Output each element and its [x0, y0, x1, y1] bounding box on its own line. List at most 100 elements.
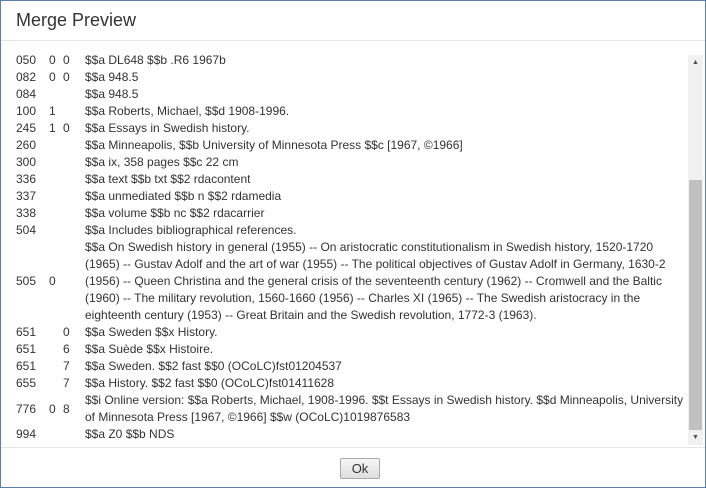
marc-indicator-1 — [49, 375, 63, 392]
marc-field-tag: 651 — [16, 325, 37, 339]
marc-indicator-1 — [49, 426, 63, 443]
dialog-title: Merge Preview — [16, 10, 137, 30]
vertical-scrollbar[interactable]: ▲ ▼ — [688, 55, 703, 445]
marc-indicator-1: 1 — [49, 104, 56, 118]
marc-field-tag: 505 — [16, 274, 37, 288]
marc-field-tag: 655 — [16, 376, 37, 390]
marc-indicator-1 — [49, 171, 63, 188]
marc-field-tag: 260 — [16, 138, 37, 152]
marc-field-row: 337 $$a unmediated $$b n $$2 rdamedia — [16, 188, 688, 205]
marc-field-row: 260 $$a Minneapolis, $$b University of Mi… — [16, 137, 688, 154]
marc-field-content: $$a Sweden $$x History. — [85, 325, 218, 339]
marc-indicator-2: 7 — [63, 359, 70, 373]
marc-indicator-2: 0 — [63, 121, 70, 135]
marc-field-row: 504 $$a Includes bibliographical referenc… — [16, 222, 688, 239]
marc-indicator-1: 0 — [49, 53, 56, 67]
marc-field-content: $$a Roberts, Michael, $$d 1908-1996. — [85, 104, 290, 118]
marc-indicator-2 — [63, 171, 85, 188]
marc-field-content: $$a Sweden. $$2 fast $$0 (OCoLC)fst01204… — [85, 359, 342, 373]
marc-field-row: 082 0 0 $$a 948.5 — [16, 69, 688, 86]
marc-field-row: 651 7 $$a Sweden. $$2 fast $$0 (OCoLC)fst0… — [16, 358, 688, 375]
marc-field-content: $$a unmediated $$b n $$2 rdamedia — [85, 189, 282, 203]
marc-field-content: $$a ix, 358 pages $$c 22 cm — [85, 155, 239, 169]
marc-indicator-2 — [63, 154, 85, 171]
dialog-header: Merge Preview — [1, 1, 705, 41]
marc-indicator-1 — [49, 86, 63, 103]
marc-indicator-1: 1 — [49, 121, 56, 135]
marc-field-tag: 100 — [16, 104, 37, 118]
marc-field-tag: 300 — [16, 155, 37, 169]
marc-indicator-2 — [63, 205, 85, 222]
marc-field-content: $$a volume $$b nc $$2 rdacarrier — [85, 206, 265, 220]
scroll-up-icon[interactable]: ▲ — [688, 55, 703, 70]
marc-indicator-1 — [49, 324, 63, 341]
marc-field-tag: 776 — [16, 401, 37, 416]
dialog-footer: Ok — [1, 447, 705, 487]
marc-indicator-2 — [63, 426, 85, 443]
merge-preview-dialog: Merge Preview 050 0 0 $$a DL648 $$b .R6 196… — [0, 0, 706, 488]
marc-indicator-1 — [49, 205, 63, 222]
marc-indicator-1 — [49, 341, 63, 358]
marc-field-tag: 084 — [16, 87, 37, 101]
marc-field-content: $$a Z0 $$b NDS — [85, 427, 175, 441]
marc-indicator-1 — [49, 137, 63, 154]
marc-field-tag: 245 — [16, 121, 37, 135]
marc-field-tag: 651 — [16, 342, 37, 356]
marc-field-tag: 504 — [16, 223, 37, 237]
marc-field-row: 338 $$a volume $$b nc $$2 rdacarrier — [16, 205, 688, 222]
marc-indicator-2: 8 — [63, 401, 70, 416]
marc-indicator-1 — [49, 188, 63, 205]
marc-field-tag: 994 — [16, 427, 37, 441]
marc-indicator-2 — [63, 86, 85, 103]
marc-indicator-2 — [63, 222, 85, 239]
marc-field-tag: 338 — [16, 206, 37, 220]
marc-indicator-1: 0 — [49, 401, 56, 416]
marc-field-row: 505 0 $$a On Swedish history in general (1… — [16, 239, 688, 324]
marc-field-tag: 337 — [16, 189, 37, 203]
marc-indicator-2: 6 — [63, 342, 70, 356]
marc-field-content: $$a 948.5 — [85, 87, 139, 101]
marc-field-content: $$a Includes bibliographical references. — [85, 223, 297, 237]
marc-field-row: 245 1 0 $$a Essays in Swedish history. — [16, 120, 688, 137]
marc-field-tag: 336 — [16, 172, 37, 186]
marc-indicator-2: 7 — [63, 376, 70, 390]
marc-field-content: $$a 948.5 — [85, 70, 139, 84]
marc-field-row: 336 $$a text $$b txt $$2 rdacontent — [16, 171, 688, 188]
scrollbar-thumb[interactable] — [689, 180, 702, 430]
marc-field-row: 994 $$a Z0 $$b NDS — [16, 426, 688, 443]
marc-field-row: 655 7 $$a History. $$2 fast $$0 (OCoLC)fst… — [16, 375, 688, 392]
marc-field-content: $$a DL648 $$b .R6 1967b — [85, 53, 226, 67]
marc-indicator-2: 0 — [63, 325, 70, 339]
marc-field-row: 651 0 $$a Sweden $$x History. — [16, 324, 688, 341]
scroll-down-icon[interactable]: ▼ — [688, 430, 703, 445]
marc-field-row: 776 0 8 $$i Online version: $$a Roberts, Mi… — [16, 392, 688, 426]
marc-indicator-2: 0 — [63, 70, 70, 84]
marc-field-content: $$a History. $$2 fast $$0 (OCoLC)fst0141… — [85, 376, 335, 390]
marc-indicator-1 — [49, 358, 63, 375]
marc-indicator-1 — [49, 154, 63, 171]
marc-indicator-1: 0 — [49, 70, 56, 84]
marc-indicator-1: 0 — [49, 274, 56, 288]
dialog-body: 050 0 0 $$a DL648 $$b .R6 1967b 082 0 0 $$a 948… — [1, 42, 705, 446]
marc-field-content: $$i Online version: $$a Roberts, Michael… — [85, 393, 684, 424]
marc-indicator-2 — [63, 103, 85, 120]
marc-field-tag: 651 — [16, 359, 37, 373]
marc-field-row: 100 1 $$a Roberts, Michael, $$d 1908-1996. — [16, 103, 688, 120]
marc-indicator-1 — [49, 222, 63, 239]
ok-button[interactable]: Ok — [340, 458, 380, 479]
marc-field-row: 300 $$a ix, 358 pages $$c 22 cm — [16, 154, 688, 171]
marc-indicator-2 — [63, 239, 85, 324]
marc-indicator-2 — [63, 188, 85, 205]
marc-field-tag: 082 — [16, 70, 37, 84]
marc-record-scroll-area[interactable]: 050 0 0 $$a DL648 $$b .R6 1967b 082 0 0 $$a 948… — [16, 52, 688, 446]
marc-field-row: 050 0 0 $$a DL648 $$b .R6 1967b — [16, 52, 688, 69]
marc-field-content: $$a On Swedish history in general (1955)… — [85, 240, 666, 322]
marc-field-content: $$a Essays in Swedish history. — [85, 121, 250, 135]
marc-record-table: 050 0 0 $$a DL648 $$b .R6 1967b 082 0 0 $$a 948… — [16, 52, 688, 443]
marc-field-row: 084 $$a 948.5 — [16, 86, 688, 103]
marc-indicator-2: 0 — [63, 53, 70, 67]
marc-indicator-2 — [63, 137, 85, 154]
marc-field-content: $$a Minneapolis, $$b University of Minne… — [85, 138, 463, 152]
marc-field-content: $$a Suède $$x Histoire. — [85, 342, 214, 356]
marc-field-tag: 050 — [16, 53, 37, 67]
